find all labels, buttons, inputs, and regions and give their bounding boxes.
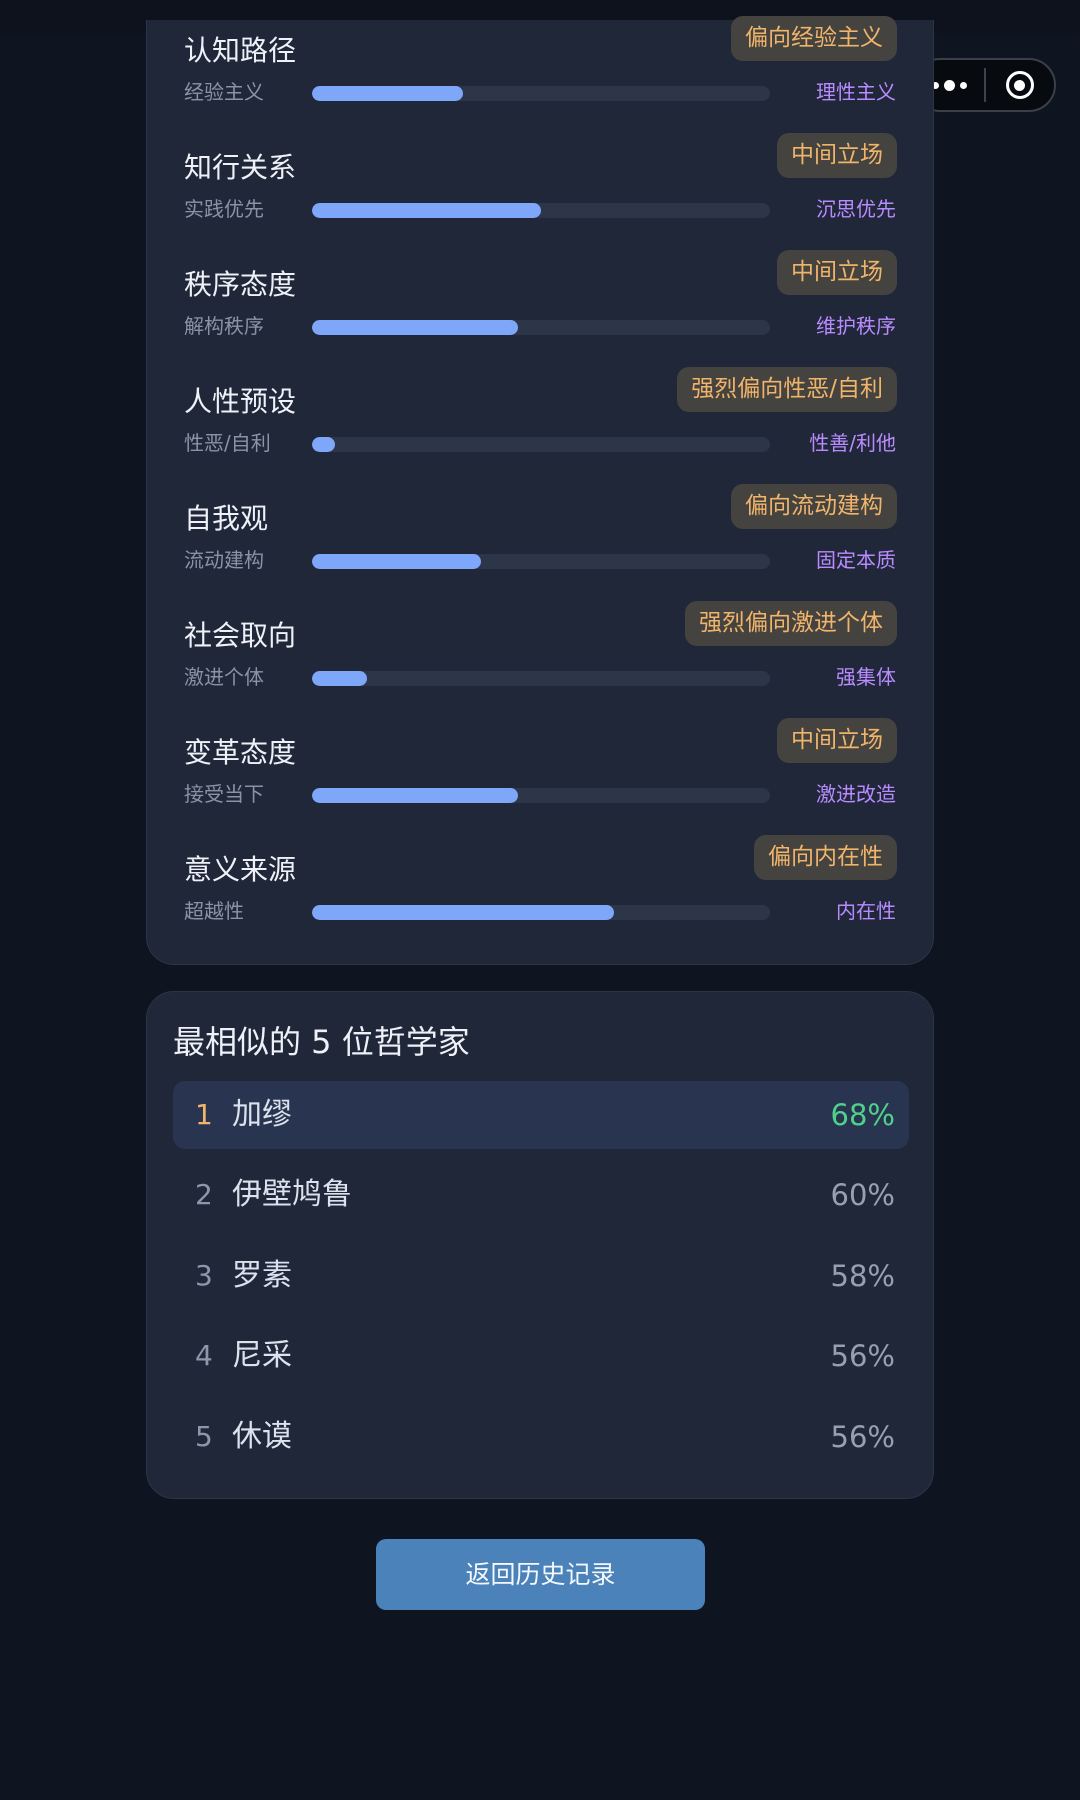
philosopher-name: 加缪 bbox=[232, 1097, 292, 1132]
dimension-progress-track bbox=[312, 437, 770, 452]
philosopher-similarity: 56% bbox=[830, 1339, 895, 1373]
dimension-progress-track bbox=[312, 671, 770, 686]
dimension-title: 秩序态度 bbox=[184, 268, 297, 301]
dimension-left-label: 接受当下 bbox=[184, 782, 264, 806]
dimension-left-label: 经验主义 bbox=[184, 80, 264, 104]
philosopher-similarity: 68% bbox=[830, 1098, 895, 1132]
philosopher-rank: 5 bbox=[195, 1420, 213, 1453]
philosopher-name: 罗素 bbox=[232, 1258, 292, 1293]
dimension-title: 人性预设 bbox=[184, 385, 297, 418]
dimension-title: 意义来源 bbox=[184, 853, 297, 886]
dimension-badge: 中间立场 bbox=[777, 133, 897, 178]
dimension-progress-track bbox=[312, 905, 770, 920]
dimension-progress-fill bbox=[312, 86, 464, 101]
target-icon[interactable] bbox=[986, 60, 1054, 110]
dimension-right-label: 性善/利他 bbox=[809, 431, 896, 455]
dimension-progress-fill bbox=[312, 437, 335, 452]
dimension-title: 自我观 bbox=[184, 502, 269, 535]
dimension-badge: 偏向流动建构 bbox=[731, 484, 897, 529]
dimension-title: 变革态度 bbox=[184, 736, 297, 769]
philosopher-rank: 3 bbox=[195, 1259, 213, 1292]
dimension-badge: 强烈偏向激进个体 bbox=[685, 601, 897, 646]
dimension-progress-track bbox=[312, 320, 770, 335]
dimension-badge: 中间立场 bbox=[777, 718, 897, 763]
philosopher-rank: 2 bbox=[195, 1178, 213, 1211]
dimension-progress-fill bbox=[312, 905, 615, 920]
dimension-badge: 偏向经验主义 bbox=[731, 16, 897, 61]
dimension-progress-fill bbox=[312, 554, 482, 569]
dimension-progress-fill bbox=[312, 671, 367, 686]
dimensions-card: 认知路径 偏向经验主义 经验主义 理性主义 知行关系 中间立场 实践优先 沉思优… bbox=[146, 16, 934, 965]
philosopher-row[interactable]: 2 伊壁鸠鲁 60% bbox=[173, 1161, 909, 1229]
philosopher-name: 尼采 bbox=[232, 1338, 292, 1373]
philosopher-similarity: 60% bbox=[830, 1178, 895, 1212]
dimension-right-label: 激进改造 bbox=[816, 782, 896, 806]
dimension-progress-fill bbox=[312, 320, 519, 335]
dimension-progress-track bbox=[312, 554, 770, 569]
philosopher-row[interactable]: 4 尼采 56% bbox=[173, 1322, 909, 1390]
dimension-progress-track bbox=[312, 788, 770, 803]
dimension-right-label: 内在性 bbox=[836, 899, 896, 923]
dimension-right-label: 强集体 bbox=[836, 665, 896, 689]
dimension-right-label: 固定本质 bbox=[816, 548, 896, 572]
dimension-badge: 偏向内在性 bbox=[754, 835, 897, 880]
mini-program-capsule bbox=[913, 58, 1056, 112]
similar-philosophers-card: 最相似的 5 位哲学家 1 加缪 68% 2 伊壁鸠鲁 60% 3 罗素 58%… bbox=[146, 991, 934, 1499]
philosopher-rank: 1 bbox=[195, 1098, 213, 1131]
dimension-progress-track bbox=[312, 86, 770, 101]
dimension-left-label: 流动建构 bbox=[184, 548, 264, 572]
philosopher-row[interactable]: 1 加缪 68% bbox=[173, 1081, 909, 1149]
back-to-history-button[interactable]: 返回历史记录 bbox=[376, 1539, 705, 1610]
dimension-right-label: 维护秩序 bbox=[816, 314, 896, 338]
dimension-title: 认知路径 bbox=[184, 34, 297, 67]
philosopher-name: 休谟 bbox=[232, 1419, 292, 1454]
section-title: 最相似的 5 位哲学家 bbox=[173, 1023, 470, 1061]
philosopher-row[interactable]: 5 休谟 56% bbox=[173, 1403, 909, 1471]
dimension-progress-track bbox=[312, 203, 770, 218]
dimension-badge: 强烈偏向性恶/自利 bbox=[677, 367, 897, 412]
dimension-right-label: 理性主义 bbox=[816, 80, 896, 104]
dimension-left-label: 性恶/自利 bbox=[184, 431, 271, 455]
dimension-progress-fill bbox=[312, 788, 519, 803]
dimension-row: 意义来源 偏向内在性 超越性 内在性 bbox=[147, 835, 933, 969]
philosopher-similarity: 56% bbox=[830, 1420, 895, 1454]
dimension-title: 知行关系 bbox=[184, 151, 297, 184]
dimension-right-label: 沉思优先 bbox=[816, 197, 896, 221]
dimension-left-label: 激进个体 bbox=[184, 665, 264, 689]
philosopher-row[interactable]: 3 罗素 58% bbox=[173, 1242, 909, 1310]
dimension-title: 社会取向 bbox=[184, 619, 297, 652]
philosopher-name: 伊壁鸠鲁 bbox=[232, 1177, 352, 1212]
philosopher-similarity: 58% bbox=[830, 1259, 895, 1293]
dimension-left-label: 实践优先 bbox=[184, 197, 264, 221]
dimension-left-label: 超越性 bbox=[184, 899, 244, 923]
dimension-progress-fill bbox=[312, 203, 541, 218]
dimension-left-label: 解构秩序 bbox=[184, 314, 264, 338]
dimension-badge: 中间立场 bbox=[777, 250, 897, 295]
philosopher-rank: 4 bbox=[195, 1339, 213, 1372]
